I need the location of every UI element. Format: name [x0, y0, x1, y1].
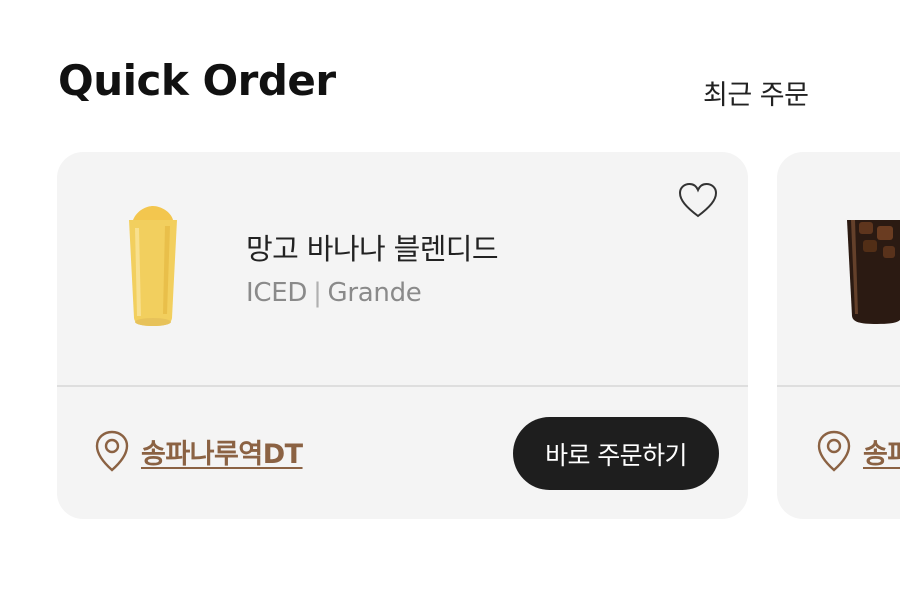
option-separator: |: [313, 278, 322, 308]
card-divider: [57, 385, 748, 387]
size-option: Grande: [327, 278, 422, 308]
heart-icon[interactable]: [678, 182, 718, 220]
page-title: Quick Order: [58, 56, 336, 105]
location-pin-icon: [817, 430, 851, 472]
store-name[interactable]: 송파나루역DT: [141, 432, 303, 471]
recent-orders-link[interactable]: 최근 주문: [703, 73, 809, 112]
temperature-option: ICED: [246, 278, 308, 308]
product-name: 망고 바나나 블렌디드: [246, 232, 499, 266]
quick-order-card: 망고 바나나 블렌디드 ICED | Grande 송파나루역DT 바로 주문하기: [57, 152, 748, 519]
quick-order-carousel[interactable]: 망고 바나나 블렌디드 ICED | Grande 송파나루역DT 바로 주문하기: [0, 152, 900, 520]
store-link[interactable]: 송파나루역DT: [95, 430, 303, 472]
iced-coffee-icon: [847, 220, 900, 324]
mango-banana-blended-icon: [129, 206, 177, 326]
quick-order-card: 송파: [777, 152, 900, 519]
card-divider: [777, 385, 900, 387]
quick-order-header: Quick Order 최근 주문: [0, 0, 900, 140]
store-name[interactable]: 송파: [863, 432, 900, 471]
product-options: ICED | Grande: [246, 278, 422, 308]
location-pin-icon: [95, 430, 129, 472]
store-link[interactable]: 송파: [817, 430, 900, 472]
order-now-button[interactable]: 바로 주문하기: [513, 417, 719, 490]
